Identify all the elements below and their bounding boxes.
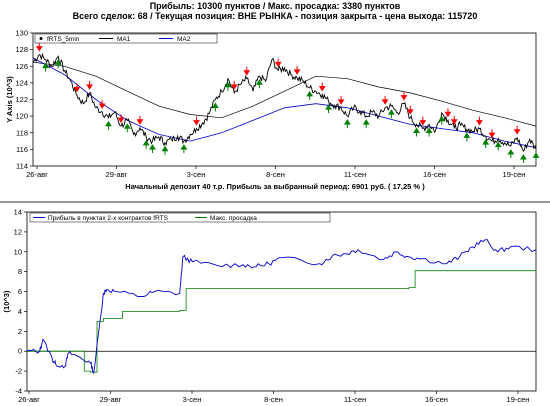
x-tick-label: 3-сен (183, 395, 202, 404)
plot-frame (26, 211, 537, 392)
drawdown-line (27, 269, 537, 373)
y-tick-label: 4 (18, 307, 22, 316)
x-tick-label: 29-авг (100, 395, 122, 404)
x-tick-label: 16-сен (425, 395, 448, 404)
y-tick-label: 8 (18, 267, 22, 276)
profit-line (26, 239, 537, 375)
y-tick-label: 10 (14, 247, 22, 256)
x-tick-label: 8-сен (264, 395, 283, 404)
y-axis-title: (10^3) (2, 290, 11, 312)
y-tick-label: 14 (14, 208, 22, 217)
x-tick-label: 26-авг (18, 395, 40, 404)
y-tick-label: 6 (18, 287, 22, 296)
y-tick-label: -2 (15, 367, 22, 376)
y-tick-label: 0 (18, 347, 22, 356)
legend-label: Прибыль в пунктах 2-х контрактов fRTS (48, 214, 169, 222)
profit-chart: -4-20246810121426-авг 29-авг 3-сен 8-сен 11-… (2, 208, 537, 404)
y-tick-label: 12 (14, 227, 22, 236)
x-tick-label: 11-сен (344, 395, 366, 404)
y-tick-label: 2 (18, 327, 22, 336)
legend-label: Макс. просадка (210, 215, 257, 222)
x-tick-label: 19-сен (507, 395, 530, 404)
